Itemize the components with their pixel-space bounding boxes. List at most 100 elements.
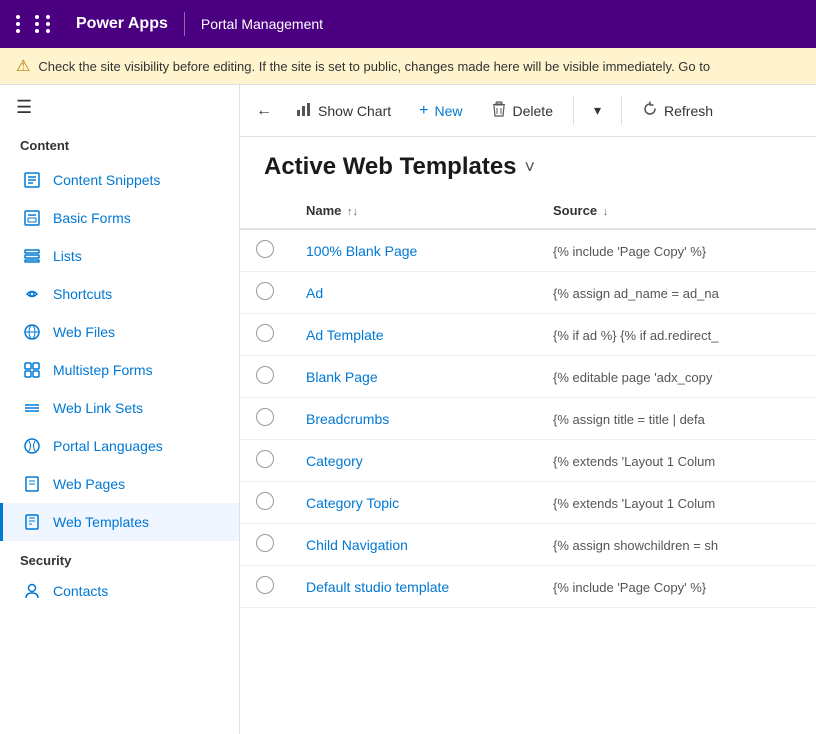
row-source-text: {% extends 'Layout 1 Colum [553, 496, 715, 511]
sidebar-item-lists[interactable]: Lists [0, 237, 239, 275]
show-chart-button[interactable]: Show Chart [284, 95, 403, 126]
portal-languages-icon [23, 437, 41, 455]
row-name-link[interactable]: Default studio template [306, 579, 449, 595]
row-source-text: {% include 'Page Copy' %} [553, 244, 706, 259]
name-sort-icon: ↑↓ [347, 206, 358, 218]
table-row: Ad {% assign ad_name = ad_na [240, 272, 816, 314]
data-table: Name ↑↓ Source ↓ 100% Blank Page [240, 193, 816, 608]
row-select-radio[interactable] [256, 366, 274, 384]
row-name-cell: Default studio template [290, 566, 537, 608]
row-name-cell: Breadcrumbs [290, 398, 537, 440]
sidebar-item-label: Content Snippets [53, 172, 160, 188]
row-name-cell: Ad Template [290, 314, 537, 356]
row-name-cell: 100% Blank Page [290, 229, 537, 272]
row-select-radio[interactable] [256, 282, 274, 300]
row-name-link[interactable]: Breadcrumbs [306, 411, 389, 427]
delete-label: Delete [513, 103, 553, 119]
refresh-button[interactable]: Refresh [630, 95, 725, 126]
row-name-cell: Blank Page [290, 356, 537, 398]
select-column-header [240, 193, 290, 229]
row-select-radio[interactable] [256, 534, 274, 552]
web-files-icon [23, 323, 41, 341]
warning-icon: ⚠ [16, 56, 30, 76]
sidebar: ☰ Content Content Snippets Basic Forms L… [0, 85, 240, 734]
row-name-link[interactable]: Blank Page [306, 369, 378, 385]
lists-icon [23, 247, 41, 265]
row-select-radio[interactable] [256, 240, 274, 258]
chevron-down-icon: ▾ [594, 102, 601, 119]
new-icon: + [419, 102, 428, 120]
table-row: Breadcrumbs {% assign title = title | de… [240, 398, 816, 440]
toolbar-divider-2 [621, 97, 622, 125]
sidebar-item-web-pages[interactable]: Web Pages [0, 465, 239, 503]
row-source-text: {% assign showchildren = sh [553, 538, 718, 553]
table-header-row: Name ↑↓ Source ↓ [240, 193, 816, 229]
back-icon: ← [256, 102, 272, 120]
sidebar-item-multistep-forms[interactable]: Multistep Forms [0, 351, 239, 389]
row-name-link[interactable]: Category Topic [306, 495, 399, 511]
row-select-radio[interactable] [256, 324, 274, 342]
row-source-text: {% extends 'Layout 1 Colum [553, 454, 715, 469]
table-row: Child Navigation {% assign showchildren … [240, 524, 816, 566]
sidebar-item-content-snippets[interactable]: Content Snippets [0, 161, 239, 199]
web-pages-icon [23, 475, 41, 493]
toolbar-divider [573, 97, 574, 125]
row-select-cell [240, 356, 290, 398]
row-select-cell [240, 272, 290, 314]
row-name-link[interactable]: Ad Template [306, 327, 384, 343]
show-chart-icon [296, 101, 312, 120]
refresh-label: Refresh [664, 103, 713, 119]
row-name-link[interactable]: Ad [306, 285, 323, 301]
new-label: New [435, 103, 463, 119]
table-row: Category Topic {% extends 'Layout 1 Colu… [240, 482, 816, 524]
sidebar-item-portal-languages[interactable]: Portal Languages [0, 427, 239, 465]
table-row: Default studio template {% include 'Page… [240, 566, 816, 608]
row-source-text: {% assign title = title | defa [553, 412, 705, 427]
sidebar-item-label: Basic Forms [53, 210, 131, 226]
sidebar-item-web-link-sets[interactable]: Web Link Sets [0, 389, 239, 427]
sidebar-item-contacts[interactable]: Contacts [0, 572, 239, 610]
back-button[interactable]: ← [248, 96, 280, 126]
more-button[interactable]: ▾ [582, 96, 613, 125]
row-source-cell: {% extends 'Layout 1 Colum [537, 482, 816, 524]
content-section-title: Content [0, 130, 239, 161]
sidebar-item-label: Web Templates [53, 514, 149, 530]
sidebar-item-basic-forms[interactable]: Basic Forms [0, 199, 239, 237]
apps-grid-button[interactable] [16, 15, 62, 33]
delete-button[interactable]: Delete [479, 95, 565, 126]
page-title-chevron[interactable]: ˅ [525, 157, 536, 178]
sidebar-item-web-templates[interactable]: Web Templates [0, 503, 239, 541]
basic-forms-icon [23, 209, 41, 227]
top-bar: Power Apps Portal Management [0, 0, 816, 48]
row-name-link[interactable]: 100% Blank Page [306, 243, 417, 259]
row-source-cell: {% assign ad_name = ad_na [537, 272, 816, 314]
sidebar-item-web-files[interactable]: Web Files [0, 313, 239, 351]
sidebar-item-label: Multistep Forms [53, 362, 153, 378]
top-bar-divider [184, 12, 185, 36]
row-select-radio[interactable] [256, 576, 274, 594]
sidebar-item-label: Web Pages [53, 476, 125, 492]
toolbar: ← Show Chart + New Delete ▾ [240, 85, 816, 137]
new-button[interactable]: + New [407, 96, 474, 126]
delete-icon [491, 101, 507, 120]
sidebar-item-label: Shortcuts [53, 286, 112, 302]
row-source-text: {% if ad %} {% if ad.redirect_ [553, 328, 718, 343]
source-column-header[interactable]: Source ↓ [537, 193, 816, 229]
row-select-radio[interactable] [256, 492, 274, 510]
row-select-radio[interactable] [256, 408, 274, 426]
row-name-link[interactable]: Category [306, 453, 363, 469]
source-sort-icon: ↓ [603, 206, 609, 218]
sidebar-item-label: Web Files [53, 324, 115, 340]
portal-title: Portal Management [201, 16, 323, 32]
sidebar-item-shortcuts[interactable]: Shortcuts [0, 275, 239, 313]
contacts-icon [23, 582, 41, 600]
row-source-cell: {% extends 'Layout 1 Colum [537, 440, 816, 482]
sidebar-toggle[interactable]: ☰ [0, 85, 239, 130]
name-column-header[interactable]: Name ↑↓ [290, 193, 537, 229]
row-name-link[interactable]: Child Navigation [306, 537, 408, 553]
row-select-radio[interactable] [256, 450, 274, 468]
multistep-forms-icon [23, 361, 41, 379]
row-select-cell [240, 524, 290, 566]
content-snippets-icon [23, 171, 41, 189]
table-row: Ad Template {% if ad %} {% if ad.redirec… [240, 314, 816, 356]
